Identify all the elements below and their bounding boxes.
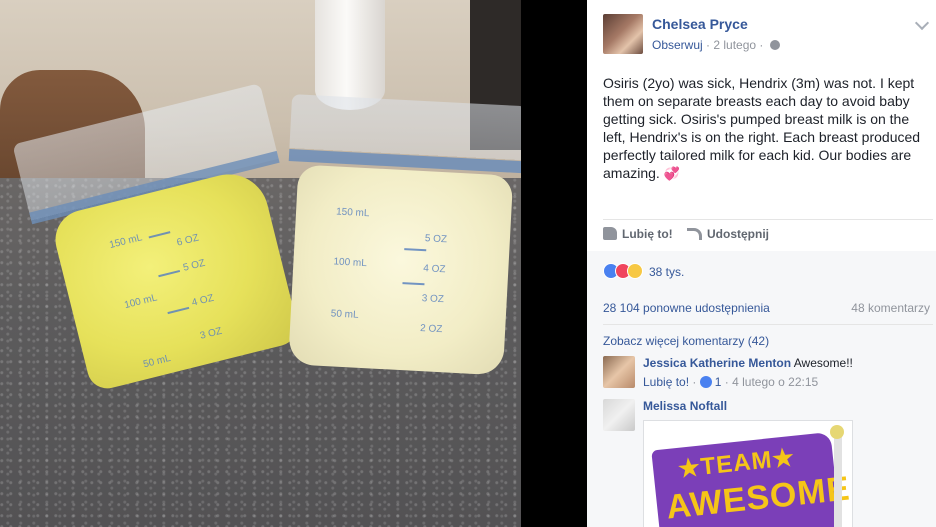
post-body: Osiris (2yo) was sick, Hendrix (3m) was … bbox=[603, 74, 929, 183]
scale-right-oz-0: 5 OZ bbox=[424, 233, 448, 246]
like-label: Lubię to! bbox=[622, 227, 673, 241]
post-date[interactable]: 2 lutego bbox=[713, 38, 756, 52]
scale-right: 150 mL 5 OZ 100 mL 4 OZ 3 OZ 50 mL 2 OZ bbox=[328, 207, 476, 374]
author-name[interactable]: Chelsea Pryce bbox=[652, 16, 748, 32]
viewer-root: 150 mL 6 OZ 5 OZ 100 mL 4 OZ 3 OZ 50 mL … bbox=[0, 0, 936, 527]
chevron-down-icon[interactable] bbox=[914, 15, 930, 31]
sticker-pole-knob bbox=[830, 425, 844, 439]
scale-left-oz-2: 4 OZ bbox=[190, 292, 215, 309]
wow-reaction-icon bbox=[627, 263, 643, 279]
follow-link[interactable]: Obserwuj bbox=[652, 38, 703, 52]
shares-count[interactable]: 28 104 ponowne udostępnienia bbox=[603, 301, 770, 315]
like-button[interactable]: Lubię to! bbox=[603, 227, 673, 241]
scale-left-oz-0: 6 OZ bbox=[175, 232, 200, 249]
view-more-comments-link[interactable]: Zobacz więcej komentarzy (42) bbox=[603, 334, 769, 348]
scale-left-ml-2: 50 mL bbox=[142, 352, 172, 371]
divider-top bbox=[603, 219, 933, 220]
commenter-avatar[interactable] bbox=[603, 399, 635, 431]
comment-sticker[interactable]: ★TEAM★ AWESOME bbox=[643, 420, 853, 527]
scale-right-oz-3: 2 OZ bbox=[419, 323, 443, 336]
milk-bag-right: 150 mL 5 OZ 100 mL 4 OZ 3 OZ 50 mL 2 OZ bbox=[278, 94, 521, 376]
share-icon bbox=[687, 228, 702, 240]
commenter-name[interactable]: Jessica Katherine Menton bbox=[643, 356, 791, 370]
post-header: Chelsea Pryce Obserwuj · 2 lutego · bbox=[603, 14, 933, 54]
comment-meta: Lubię to! · 1 · 4 lutego o 22:15 bbox=[643, 375, 819, 389]
scale-right-ml-0: 150 mL bbox=[335, 206, 370, 220]
hearts-emoji: 💞 bbox=[663, 166, 680, 181]
sticker-flagpole bbox=[834, 429, 842, 527]
photo-paper-towel bbox=[315, 0, 385, 110]
post-side-panel: Chelsea Pryce Obserwuj · 2 lutego · Osir… bbox=[587, 0, 936, 527]
comment-body: Melissa Noftall bbox=[643, 399, 933, 413]
like-count-icon bbox=[699, 376, 712, 388]
share-label: Udostępnij bbox=[707, 227, 769, 241]
scale-left-oz-1: 5 OZ bbox=[182, 257, 207, 274]
thumbs-up-icon bbox=[603, 227, 617, 240]
commenter-name[interactable]: Melissa Noftall bbox=[643, 399, 727, 413]
scale-right-ml-1: 100 mL bbox=[333, 256, 368, 270]
post-photo[interactable]: 150 mL 6 OZ 5 OZ 100 mL 4 OZ 3 OZ 50 mL … bbox=[0, 0, 521, 527]
comment-text: Awesome!! bbox=[793, 356, 853, 370]
globe-icon[interactable] bbox=[769, 40, 780, 50]
comment-like-count[interactable]: 1 bbox=[715, 375, 722, 389]
comment-body: Jessica Katherine Menton Awesome!! bbox=[643, 356, 933, 370]
scale-right-oz-1: 4 OZ bbox=[422, 263, 446, 276]
comment-like-link[interactable]: Lubię to! bbox=[643, 375, 689, 389]
post-body-text: Osiris (2yo) was sick, Hendrix (3m) was … bbox=[603, 75, 921, 181]
commenter-avatar[interactable] bbox=[603, 356, 635, 388]
scale-left-ml-1: 100 mL bbox=[123, 292, 159, 312]
author-avatar[interactable] bbox=[603, 14, 643, 54]
meta-separator-2: · bbox=[759, 38, 767, 52]
scale-left-ml-0: 150 mL bbox=[108, 232, 144, 251]
scale-right-ml-2: 50 mL bbox=[330, 308, 359, 321]
comments-count[interactable]: 48 komentarzy bbox=[851, 301, 930, 315]
reactions-count: 38 tys. bbox=[649, 265, 685, 279]
divider-mid bbox=[603, 324, 933, 325]
comment-time[interactable]: 4 lutego o 22:15 bbox=[732, 375, 818, 389]
scale-right-oz-2: 3 OZ bbox=[421, 293, 445, 306]
share-button[interactable]: Udostępnij bbox=[687, 227, 769, 241]
post-meta: Obserwuj · 2 lutego · bbox=[652, 38, 780, 52]
scale-left-oz-3: 3 OZ bbox=[198, 325, 224, 342]
